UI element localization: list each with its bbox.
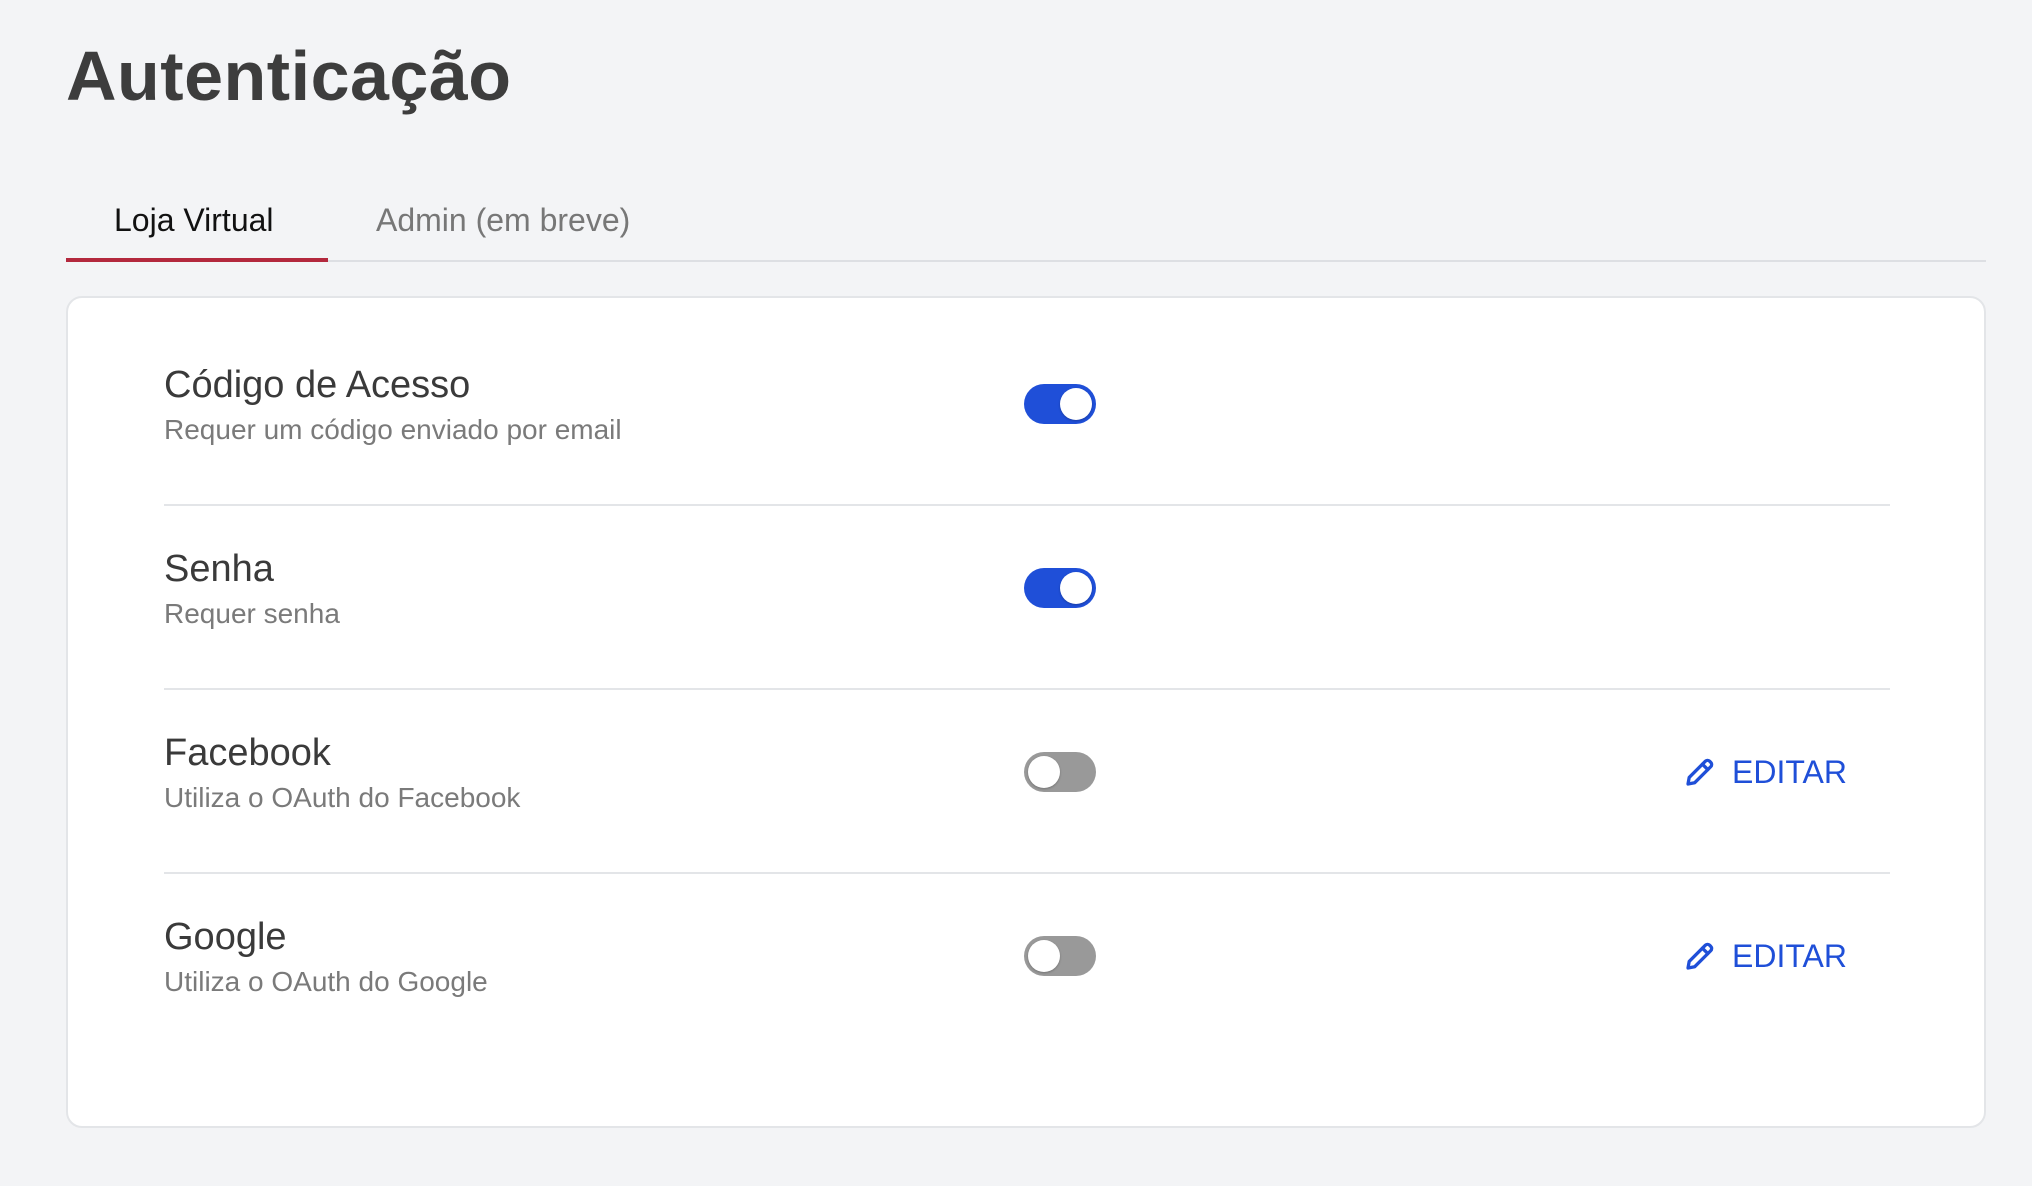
tab-loja-virtual[interactable]: Loja Virtual bbox=[66, 188, 328, 262]
toggle-knob bbox=[1028, 756, 1060, 788]
setting-name: Facebook bbox=[164, 732, 331, 774]
toggle-knob bbox=[1060, 388, 1092, 420]
edit-label: EDITAR bbox=[1732, 753, 1847, 790]
setting-description: Utiliza o OAuth do Facebook bbox=[164, 782, 521, 813]
setting-row-codigo-acesso: Código de Acesso Requer um código enviad… bbox=[164, 322, 1890, 506]
setting-description: Utiliza o OAuth do Google bbox=[164, 966, 488, 997]
setting-description: Requer senha bbox=[164, 598, 340, 629]
toggle-knob bbox=[1060, 572, 1092, 604]
google-toggle[interactable] bbox=[1024, 936, 1096, 976]
edit-label: EDITAR bbox=[1732, 937, 1847, 974]
setting-row-google: Google Utiliza o OAuth do Google EDITAR bbox=[164, 874, 1890, 1058]
facebook-toggle[interactable] bbox=[1024, 752, 1096, 792]
pencil-icon bbox=[1682, 754, 1718, 790]
tab-bar: Loja Virtual Admin (em breve) bbox=[66, 188, 1986, 262]
setting-name: Código de Acesso bbox=[164, 364, 471, 406]
pencil-icon bbox=[1682, 938, 1718, 974]
setting-name: Senha bbox=[164, 548, 274, 590]
authentication-settings-card: Código de Acesso Requer um código enviad… bbox=[66, 296, 1986, 1128]
google-edit-button[interactable]: EDITAR bbox=[1682, 934, 1847, 978]
setting-description: Requer um código enviado por email bbox=[164, 414, 622, 445]
page-title: Autenticação bbox=[66, 37, 512, 115]
tab-admin[interactable]: Admin (em breve) bbox=[328, 188, 678, 260]
codigo-acesso-toggle[interactable] bbox=[1024, 384, 1096, 424]
setting-name: Google bbox=[164, 916, 287, 958]
senha-toggle[interactable] bbox=[1024, 568, 1096, 608]
setting-row-senha: Senha Requer senha bbox=[164, 506, 1890, 690]
facebook-edit-button[interactable]: EDITAR bbox=[1682, 750, 1847, 794]
toggle-knob bbox=[1028, 940, 1060, 972]
setting-row-facebook: Facebook Utiliza o OAuth do Facebook EDI… bbox=[164, 690, 1890, 874]
